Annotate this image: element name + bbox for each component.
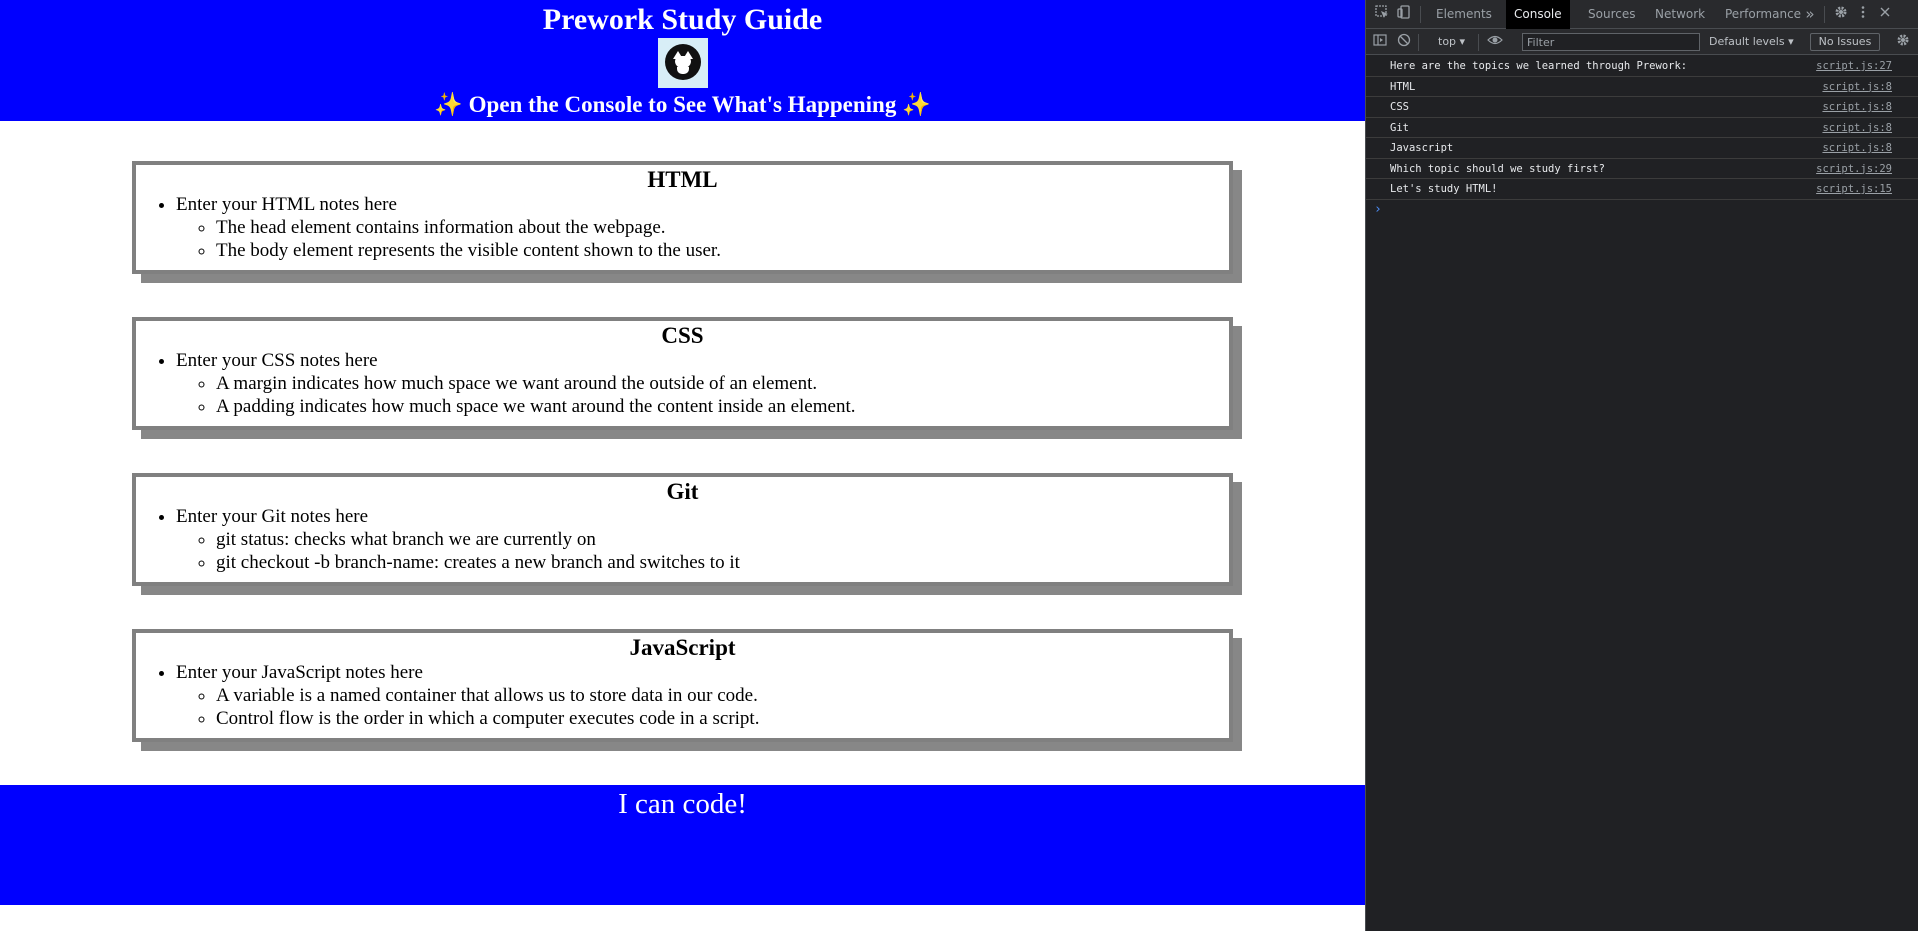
- note-item: The head element contains information ab…: [216, 216, 1229, 239]
- source-link[interactable]: script.js:8: [1822, 138, 1892, 158]
- show-sidebar-icon[interactable]: [1371, 33, 1389, 51]
- tab-sources[interactable]: Sources: [1580, 0, 1643, 29]
- console-toolbar: top ▾ Default levels ▾ No Issues: [1366, 29, 1918, 55]
- console-message-text: Here are the topics we learned through P…: [1390, 60, 1688, 72]
- note-item: Control flow is the order in which a com…: [216, 707, 1229, 730]
- close-devtools-icon[interactable]: [1876, 5, 1894, 23]
- note-item: The body element represents the visible …: [216, 239, 1229, 262]
- css-section: CSS Enter your CSS notes here A margin i…: [132, 317, 1233, 430]
- device-toolbar-icon[interactable]: [1395, 5, 1413, 23]
- console-message-text: HTML: [1390, 80, 1416, 93]
- issues-button[interactable]: No Issues: [1810, 33, 1880, 51]
- prompt-chevron-icon: ›: [1374, 201, 1382, 217]
- notes-item: Enter your JavaScript notes here A varia…: [176, 661, 1229, 730]
- devtools-tabbar: Elements Console Sources Network Perform…: [1366, 0, 1918, 29]
- notes-label: Enter your CSS notes here: [176, 350, 378, 371]
- source-link[interactable]: script.js:8: [1822, 97, 1892, 117]
- log-levels-dropdown[interactable]: Default levels ▾: [1709, 29, 1794, 55]
- console-message: Which topic should we study first? script…: [1366, 159, 1918, 179]
- console-message: Javascript script.js:8: [1366, 138, 1918, 159]
- note-item: git checkout -b branch-name: creates a n…: [216, 551, 1229, 574]
- settings-gear-icon[interactable]: [1832, 5, 1850, 23]
- page-subtitle: ✨ Open the Console to See What's Happeni…: [0, 91, 1365, 119]
- section-title: Git: [666, 479, 699, 504]
- notes-label: Enter your JavaScript notes here: [176, 662, 423, 683]
- console-message: Let's study HTML! script.js:15: [1366, 179, 1918, 200]
- web-page: Prework Study Guide ✨ Open the Console t…: [0, 0, 1365, 931]
- more-options-icon[interactable]: [1854, 5, 1872, 23]
- console-message-text: Javascript: [1390, 142, 1454, 154]
- filter-input[interactable]: [1522, 33, 1700, 51]
- source-link[interactable]: script.js:27: [1816, 56, 1892, 76]
- note-item: A margin indicates how much space we wan…: [216, 372, 1229, 395]
- footer-text: I can code!: [618, 788, 747, 820]
- section-title: HTML: [647, 167, 718, 192]
- tab-network[interactable]: Network: [1647, 0, 1713, 29]
- more-tabs-icon[interactable]: »: [1801, 5, 1819, 23]
- console-message-text: Git: [1390, 121, 1409, 134]
- devtools-panel: Elements Console Sources Network Perform…: [1365, 0, 1918, 931]
- note-item: A variable is a named container that all…: [216, 684, 1229, 707]
- source-link[interactable]: script.js:8: [1822, 118, 1892, 138]
- log-levels-label: Default levels: [1709, 35, 1785, 48]
- note-item: git status: checks what branch we are cu…: [216, 528, 1229, 551]
- page-header: Prework Study Guide ✨ Open the Console t…: [0, 0, 1365, 121]
- console-output: Here are the topics we learned through P…: [1366, 56, 1918, 220]
- sparkle-icon: ✨: [434, 92, 463, 117]
- tab-elements[interactable]: Elements: [1428, 0, 1500, 29]
- console-message-text: CSS: [1390, 101, 1409, 113]
- section-title: JavaScript: [629, 635, 736, 660]
- console-message-text: Let's study HTML!: [1390, 183, 1498, 195]
- subtitle-text: Open the Console to See What's Happening: [468, 92, 897, 117]
- sparkle-icon: ✨: [902, 92, 931, 117]
- cat-logo-icon: [658, 38, 708, 88]
- context-label: top: [1438, 35, 1457, 48]
- notes-label: Enter your HTML notes here: [176, 194, 397, 215]
- live-expression-eye-icon[interactable]: [1486, 33, 1504, 51]
- clear-console-icon[interactable]: [1395, 33, 1413, 51]
- dropdown-arrow-icon: ▾: [1459, 35, 1466, 48]
- console-prompt[interactable]: ›: [1366, 200, 1918, 220]
- page-footer: I can code!: [0, 785, 1365, 905]
- notes-item: Enter your Git notes here git status: ch…: [176, 505, 1229, 574]
- notes-label: Enter your Git notes here: [176, 506, 369, 527]
- note-item: A padding indicates how much space we wa…: [216, 395, 1229, 418]
- tab-console[interactable]: Console: [1506, 0, 1570, 29]
- html-section: HTML Enter your HTML notes here The head…: [132, 161, 1233, 274]
- console-message-text: Which topic should we study first?: [1390, 162, 1605, 175]
- console-message: Git script.js:8: [1366, 118, 1918, 138]
- context-selector[interactable]: top ▾: [1438, 29, 1465, 55]
- inspect-element-icon[interactable]: [1373, 5, 1391, 23]
- dropdown-arrow-icon: ▾: [1788, 35, 1794, 48]
- section-title: CSS: [661, 323, 704, 348]
- console-message: HTML script.js:8: [1366, 77, 1918, 97]
- source-link[interactable]: script.js:29: [1816, 159, 1892, 179]
- notes-item: Enter your CSS notes here A margin indic…: [176, 349, 1229, 418]
- source-link[interactable]: script.js:8: [1822, 77, 1892, 97]
- notes-item: Enter your HTML notes here The head elem…: [176, 193, 1229, 262]
- console-message: CSS script.js:8: [1366, 97, 1918, 118]
- tab-performance[interactable]: Performance: [1717, 0, 1809, 29]
- console-message: Here are the topics we learned through P…: [1366, 56, 1918, 77]
- source-link[interactable]: script.js:15: [1816, 179, 1892, 199]
- git-section: Git Enter your Git notes here git status…: [132, 473, 1233, 586]
- page-title: Prework Study Guide: [542, 3, 823, 36]
- console-settings-gear-icon[interactable]: [1894, 33, 1912, 51]
- javascript-section: JavaScript Enter your JavaScript notes h…: [132, 629, 1233, 742]
